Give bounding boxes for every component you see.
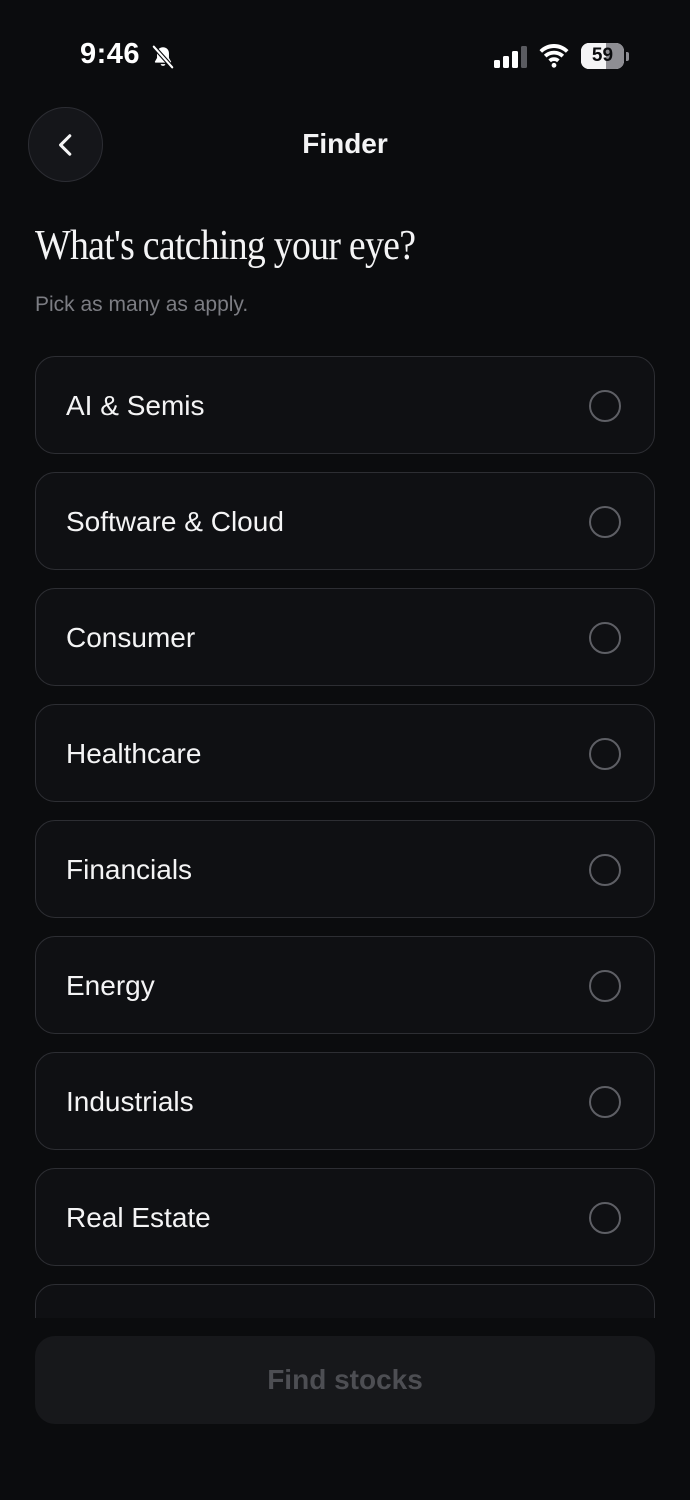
- radio-circle-icon[interactable]: [589, 854, 621, 886]
- option-consumer[interactable]: Consumer: [35, 588, 655, 686]
- radio-circle-icon[interactable]: [589, 506, 621, 538]
- battery-icon: 59: [581, 43, 629, 69]
- option-healthcare[interactable]: Healthcare: [35, 704, 655, 802]
- option-real-estate[interactable]: Real Estate: [35, 1168, 655, 1266]
- option-label: Energy: [66, 970, 155, 1001]
- find-stocks-button[interactable]: Find stocks: [35, 1336, 655, 1424]
- option-label: Consumer: [66, 622, 196, 653]
- status-bar: 9:46 59: [0, 0, 690, 110]
- radio-circle-icon[interactable]: [589, 622, 621, 654]
- question-subtitle: Pick as many as apply.: [35, 293, 249, 316]
- option-label: Software & Cloud: [66, 506, 284, 537]
- option-software-cloud[interactable]: Software & Cloud: [35, 472, 655, 570]
- option-industrials[interactable]: Industrials: [35, 1052, 655, 1150]
- option-partially-visible[interactable]: [35, 1284, 655, 1318]
- option-ai-semis[interactable]: AI & Semis: [35, 356, 655, 454]
- option-label: Financials: [66, 854, 193, 885]
- radio-circle-icon[interactable]: [589, 1086, 621, 1118]
- page-title: Finder: [302, 128, 388, 159]
- option-label: AI & Semis: [66, 390, 205, 421]
- option-financials[interactable]: Financials: [35, 820, 655, 918]
- question-heading: What's catching your eye?: [35, 223, 416, 269]
- option-energy[interactable]: Energy: [35, 936, 655, 1034]
- option-label: Healthcare: [66, 738, 202, 769]
- radio-circle-icon[interactable]: [589, 738, 621, 770]
- status-time: 9:46: [80, 38, 141, 70]
- bell-slash-icon: [151, 44, 175, 70]
- cellular-signal-icon: [494, 46, 527, 68]
- radio-circle-icon[interactable]: [589, 390, 621, 422]
- options-list[interactable]: AI & Semis Software & Cloud Consumer Hea…: [0, 356, 690, 1318]
- option-label: Real Estate: [66, 1202, 211, 1233]
- radio-circle-icon[interactable]: [589, 1202, 621, 1234]
- radio-circle-icon[interactable]: [589, 970, 621, 1002]
- option-label: Industrials: [66, 1086, 194, 1117]
- battery-level: 59: [591, 45, 614, 66]
- wifi-icon: [539, 44, 569, 68]
